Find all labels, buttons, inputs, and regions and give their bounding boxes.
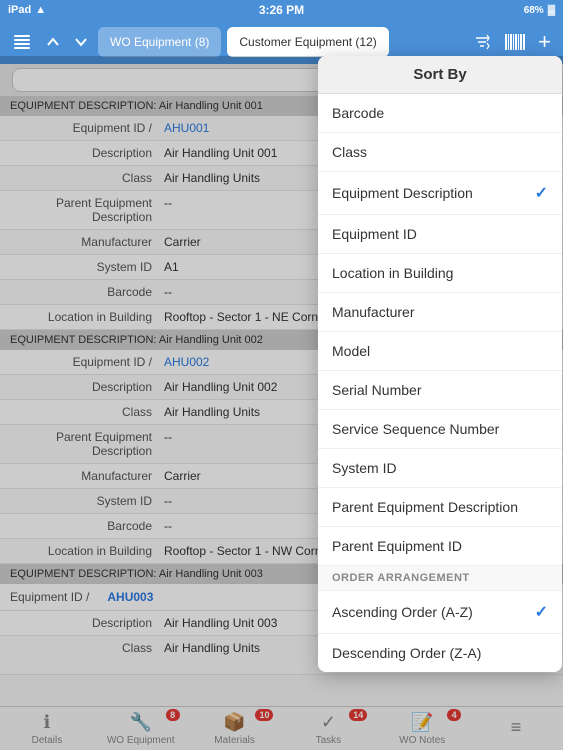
check-ascending: ✓ xyxy=(535,602,548,622)
chevron-down-button[interactable] xyxy=(70,31,92,53)
customer-equipment-tab-label: Customer Equipment (12) xyxy=(239,35,376,49)
check-equipment-description: ✓ xyxy=(535,183,548,203)
sort-order-descending[interactable]: Descending Order (Z-A) xyxy=(318,634,562,672)
carrier-label: iPad xyxy=(8,4,31,16)
chevron-up-button[interactable] xyxy=(42,31,64,53)
wo-equipment-tab[interactable]: WO Equipment (8) xyxy=(98,27,221,57)
sort-item-class[interactable]: Class xyxy=(318,133,562,172)
status-bar-right: 68% ▓ xyxy=(524,5,555,16)
status-bar-time: 3:26 PM xyxy=(259,3,304,17)
list-icon xyxy=(12,32,32,52)
status-bar-left: iPad ▲ xyxy=(8,4,46,16)
sort-item-model[interactable]: Model xyxy=(318,332,562,371)
order-arrangement-label: ORDER ARRANGEMENT xyxy=(318,566,562,591)
wo-equipment-tab-label: WO Equipment (8) xyxy=(110,35,209,49)
sort-item-serial-number[interactable]: Serial Number xyxy=(318,371,562,410)
chevron-up-icon xyxy=(46,35,60,49)
sort-dropdown: Sort By Barcode Class Equipment Descript… xyxy=(318,56,562,672)
sort-icon xyxy=(472,32,492,52)
barcode-icon xyxy=(504,33,526,51)
chevron-down-icon xyxy=(74,35,88,49)
list-icon-button[interactable] xyxy=(8,28,36,56)
sort-item-system-id[interactable]: System ID xyxy=(318,449,562,488)
sort-item-manufacturer[interactable]: Manufacturer xyxy=(318,293,562,332)
battery-icon: ▓ xyxy=(548,5,555,16)
sort-button[interactable] xyxy=(468,28,496,56)
wifi-icon: ▲ xyxy=(35,4,46,16)
add-button[interactable]: + xyxy=(534,25,555,59)
customer-equipment-tab[interactable]: Customer Equipment (12) xyxy=(227,27,388,57)
status-bar: iPad ▲ 3:26 PM 68% ▓ xyxy=(0,0,563,20)
sort-item-parent-equipment-description[interactable]: Parent Equipment Description xyxy=(318,488,562,527)
sort-item-parent-equipment-id[interactable]: Parent Equipment ID xyxy=(318,527,562,566)
battery-percent: 68% xyxy=(524,5,544,16)
sort-item-location-in-building[interactable]: Location in Building xyxy=(318,254,562,293)
sort-item-equipment-description[interactable]: Equipment Description ✓ xyxy=(318,172,562,215)
sort-item-service-sequence-number[interactable]: Service Sequence Number xyxy=(318,410,562,449)
barcode-button[interactable] xyxy=(500,29,530,55)
sort-order-ascending[interactable]: Ascending Order (A-Z) ✓ xyxy=(318,591,562,634)
sort-item-equipment-id[interactable]: Equipment ID xyxy=(318,215,562,254)
sort-dropdown-title: Sort By xyxy=(318,56,562,94)
nav-right-icons: + xyxy=(468,25,555,59)
sort-item-barcode[interactable]: Barcode xyxy=(318,94,562,133)
